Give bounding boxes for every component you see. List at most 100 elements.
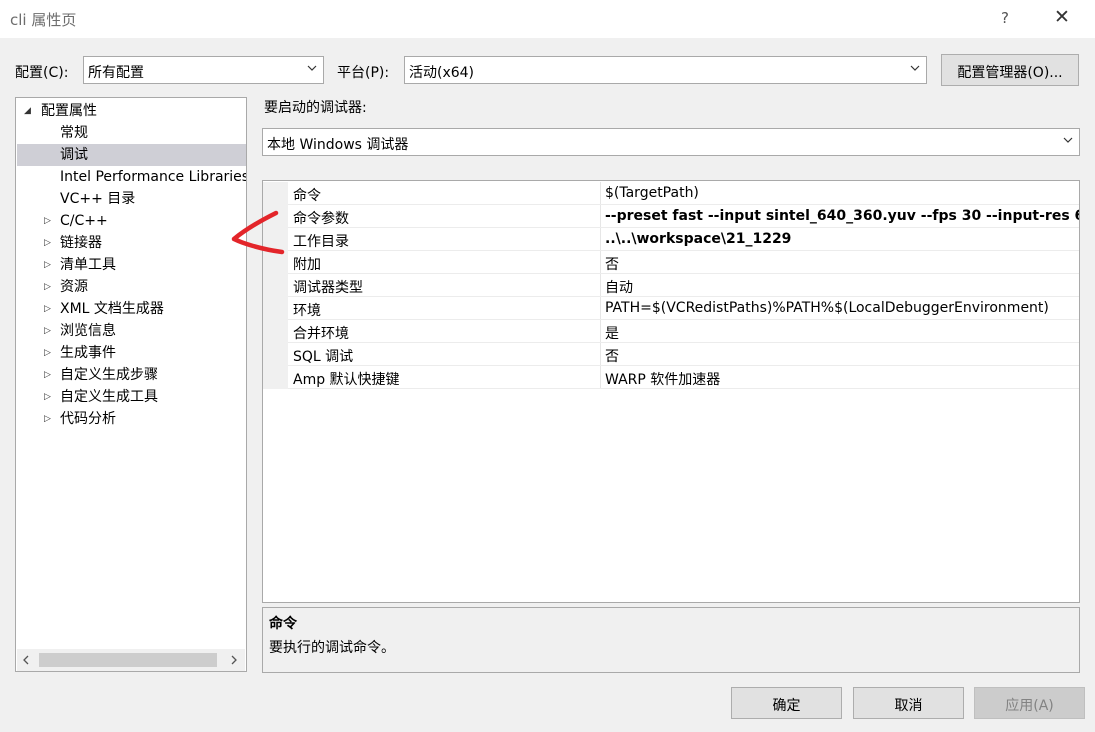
description-text: 要执行的调试命令。 bbox=[269, 640, 395, 656]
row-gutter bbox=[263, 343, 288, 366]
tree-item-vc-directories[interactable]: VC++ 目录 bbox=[60, 188, 135, 210]
tree-item-debugging[interactable]: 调试 bbox=[60, 144, 88, 166]
debugger-select[interactable]: 本地 Windows 调试器 bbox=[262, 128, 1080, 156]
property-row-command-args[interactable]: 命令参数 --preset fast --input sintel_640_36… bbox=[263, 205, 1079, 228]
expand-triangle-icon: ▷ bbox=[44, 304, 51, 314]
column-separator bbox=[600, 274, 601, 297]
tree-item-label: 链接器 bbox=[60, 235, 102, 251]
debugger-label: 要启动的调试器: bbox=[264, 100, 367, 116]
tree-item-label: XML 文档生成器 bbox=[60, 301, 164, 317]
scroll-left-icon[interactable] bbox=[21, 655, 31, 665]
column-separator bbox=[600, 366, 601, 389]
annotation-arrow-icon bbox=[231, 210, 285, 255]
tree-item-label: 生成事件 bbox=[60, 345, 116, 361]
column-separator bbox=[600, 205, 601, 228]
row-gutter bbox=[263, 182, 288, 205]
description-panel: 命令 要执行的调试命令。 bbox=[262, 607, 1080, 673]
apply-label: 应用(A) bbox=[1005, 698, 1054, 714]
expand-triangle-icon: ▷ bbox=[44, 414, 51, 424]
property-value[interactable]: $(TargetPath) bbox=[605, 185, 699, 201]
debugger-value: 本地 Windows 调试器 bbox=[267, 137, 409, 153]
ok-label: 确定 bbox=[772, 698, 801, 714]
property-name: Amp 默认快捷键 bbox=[293, 372, 400, 388]
row-gutter bbox=[263, 320, 288, 343]
horizontal-scrollbar[interactable] bbox=[17, 649, 245, 671]
column-separator bbox=[600, 228, 601, 251]
close-button[interactable]: ✕ bbox=[1054, 6, 1070, 28]
config-manager-button[interactable]: 配置管理器(O)... bbox=[941, 54, 1079, 86]
ok-button[interactable]: 确定 bbox=[731, 687, 842, 719]
cancel-button[interactable]: 取消 bbox=[853, 687, 964, 719]
expand-triangle-icon: ▷ bbox=[44, 326, 51, 336]
config-manager-label: 配置管理器(O)... bbox=[957, 65, 1063, 81]
property-name: 调试器类型 bbox=[293, 280, 363, 296]
property-name: 合并环境 bbox=[293, 326, 349, 342]
property-value[interactable]: 否 bbox=[605, 346, 619, 366]
property-row-command[interactable]: 命令 $(TargetPath) bbox=[263, 182, 1079, 205]
property-name: 命令参数 bbox=[293, 211, 349, 227]
column-separator bbox=[600, 251, 601, 274]
property-row-working-dir[interactable]: 工作目录 ..\..\workspace\21_1229 bbox=[263, 228, 1079, 251]
property-row-sql-debug[interactable]: SQL 调试 否 bbox=[263, 343, 1079, 366]
tree-item-intel-libraries[interactable]: Intel Performance Libraries bbox=[60, 166, 246, 188]
expand-triangle-icon: ▷ bbox=[44, 392, 51, 402]
cancel-label: 取消 bbox=[894, 698, 923, 714]
property-value[interactable]: 自动 bbox=[605, 277, 633, 297]
tree-selection-highlight bbox=[17, 144, 246, 166]
column-separator bbox=[600, 320, 601, 343]
property-value[interactable]: WARP 软件加速器 bbox=[605, 369, 720, 389]
tree-item-label: 自定义生成工具 bbox=[60, 389, 158, 405]
config-label: 配置(C): bbox=[15, 65, 69, 81]
platform-select[interactable]: 活动(x64) bbox=[404, 56, 927, 84]
platform-label: 平台(P): bbox=[337, 65, 390, 81]
property-name: 附加 bbox=[293, 257, 321, 273]
property-value[interactable]: --preset fast --input sintel_640_360.yuv… bbox=[605, 208, 1079, 224]
chevron-down-icon bbox=[910, 65, 920, 71]
row-gutter bbox=[263, 274, 288, 297]
property-name: SQL 调试 bbox=[293, 349, 354, 365]
property-value[interactable]: 否 bbox=[605, 254, 619, 274]
config-value: 所有配置 bbox=[88, 65, 144, 81]
column-separator bbox=[600, 182, 601, 205]
help-button[interactable]: ? bbox=[1001, 9, 1009, 27]
expand-triangle-icon: ▷ bbox=[44, 216, 51, 226]
property-row-attach[interactable]: 附加 否 bbox=[263, 251, 1079, 274]
property-row-merge-env[interactable]: 合并环境 是 bbox=[263, 320, 1079, 343]
platform-value: 活动(x64) bbox=[409, 65, 475, 81]
chevron-down-icon bbox=[307, 65, 317, 71]
property-value[interactable]: ..\..\workspace\21_1229 bbox=[605, 231, 791, 247]
property-row-amp-accelerator[interactable]: Amp 默认快捷键 WARP 软件加速器 bbox=[263, 366, 1079, 389]
expand-triangle-icon: ▷ bbox=[44, 238, 51, 248]
scroll-right-icon[interactable] bbox=[229, 655, 239, 665]
apply-button[interactable]: 应用(A) bbox=[974, 687, 1085, 719]
tree-item-label: 浏览信息 bbox=[60, 323, 116, 339]
tree-item-label: 自定义生成步骤 bbox=[60, 367, 158, 383]
tree-item-label: 清单工具 bbox=[60, 257, 116, 273]
property-name: 工作目录 bbox=[293, 234, 349, 250]
description-title: 命令 bbox=[269, 616, 297, 632]
expand-triangle-icon: ▷ bbox=[44, 260, 51, 270]
tree-item-general[interactable]: 常规 bbox=[60, 122, 88, 144]
row-gutter bbox=[263, 297, 288, 320]
tree-item-label: C/C++ bbox=[60, 213, 108, 229]
scrollbar-thumb[interactable] bbox=[39, 653, 217, 667]
property-tree[interactable]: ◢ 配置属性 常规 调试 Intel Performance Libraries… bbox=[15, 97, 247, 672]
column-separator bbox=[600, 343, 601, 366]
property-row-environment[interactable]: 环境 PATH=$(VCRedistPaths)%PATH%$(LocalDeb… bbox=[263, 297, 1079, 320]
property-name: 环境 bbox=[293, 303, 321, 319]
tree-item-label: 资源 bbox=[60, 279, 88, 295]
config-select[interactable]: 所有配置 bbox=[83, 56, 324, 84]
expand-triangle-icon: ▷ bbox=[44, 348, 51, 358]
window-title: cli 属性页 bbox=[10, 11, 77, 29]
property-value[interactable]: PATH=$(VCRedistPaths)%PATH%$(LocalDebugg… bbox=[605, 300, 1049, 316]
property-grid[interactable]: 命令 $(TargetPath) 命令参数 --preset fast --in… bbox=[262, 180, 1080, 603]
expand-triangle-icon: ▷ bbox=[44, 370, 51, 380]
tree-item-label: 代码分析 bbox=[60, 411, 116, 427]
title-bar: cli 属性页 ? ✕ bbox=[0, 0, 1095, 38]
property-name: 命令 bbox=[293, 188, 321, 204]
expand-triangle-icon: ▷ bbox=[44, 282, 51, 292]
chevron-down-icon bbox=[1063, 137, 1073, 143]
property-value[interactable]: 是 bbox=[605, 323, 619, 343]
row-divider bbox=[288, 388, 1079, 389]
property-row-debugger-type[interactable]: 调试器类型 自动 bbox=[263, 274, 1079, 297]
